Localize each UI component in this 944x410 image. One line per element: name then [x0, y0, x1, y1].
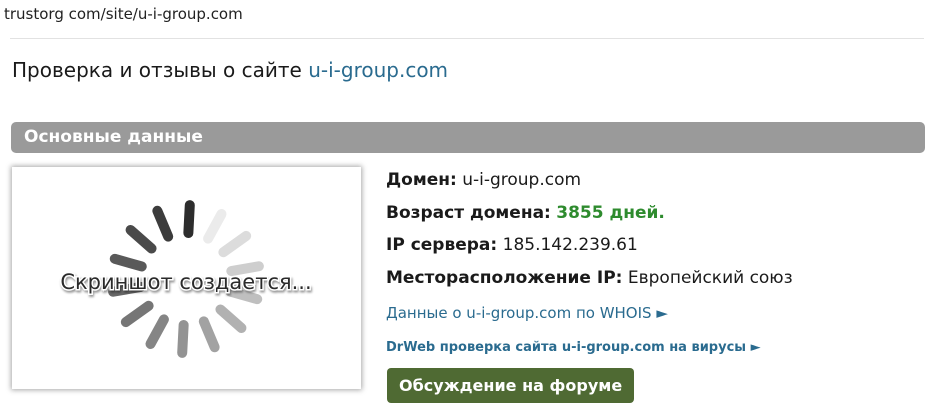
- section-title: Основные данные: [24, 127, 203, 147]
- divider: [10, 38, 924, 39]
- page-title-prefix: Проверка и отзывы о сайте: [12, 58, 302, 82]
- spinner-segment: [125, 224, 157, 254]
- ip-location-row: Месторасположение IP: Европейский союз: [386, 268, 793, 288]
- domain-age-label: Возраст домена:: [386, 203, 551, 223]
- domain-age-value: 3855 дней.: [556, 203, 665, 223]
- ip-location-value: Европейский союз: [627, 268, 793, 288]
- domain-row: Домен: u-i-group.com: [386, 170, 581, 190]
- page-title-domain[interactable]: u-i-group.com: [308, 58, 448, 82]
- server-ip-value: 185.142.239.61: [502, 235, 638, 255]
- ip-location-label: Месторасположение IP:: [386, 268, 623, 288]
- server-ip-label: IP сервера:: [386, 235, 498, 255]
- drweb-check-link[interactable]: DrWeb проверка сайта u-i-group.com на ви…: [386, 340, 761, 355]
- spinner-segment: [183, 200, 195, 239]
- domain-label: Домен:: [386, 170, 457, 190]
- spinner-segment: [198, 316, 220, 353]
- section-header: Основные данные: [11, 122, 925, 153]
- spinner-segment: [218, 230, 252, 258]
- screenshot-placeholder-text: Скриншот создается...: [60, 270, 311, 294]
- spinner-segment: [203, 209, 227, 244]
- spinner-segment: [109, 253, 147, 272]
- address-bar-url[interactable]: trustorg com/site/u-i-group.com: [4, 5, 243, 23]
- page-title: Проверка и отзывы о сайте u-i-group.com: [12, 58, 448, 82]
- forum-discussion-button[interactable]: Обсуждение на форуме: [387, 368, 635, 403]
- spinner-segment: [120, 300, 154, 328]
- server-ip-row: IP сервера: 185.142.239.61: [386, 235, 638, 255]
- site-screenshot: Скриншот создается...: [12, 167, 361, 389]
- spinner-segment: [177, 319, 189, 358]
- domain-value: u-i-group.com: [462, 170, 582, 190]
- domain-age-row: Возраст домена: 3855 дней.: [386, 203, 665, 223]
- spinner-segment: [215, 304, 247, 334]
- whois-link[interactable]: Данные о u-i-group.com по WHOIS ►: [386, 304, 668, 322]
- spinner-segment: [152, 205, 174, 242]
- loading-spinner-icon: Скриншот создается...: [59, 200, 313, 358]
- spinner-segment: [145, 314, 169, 349]
